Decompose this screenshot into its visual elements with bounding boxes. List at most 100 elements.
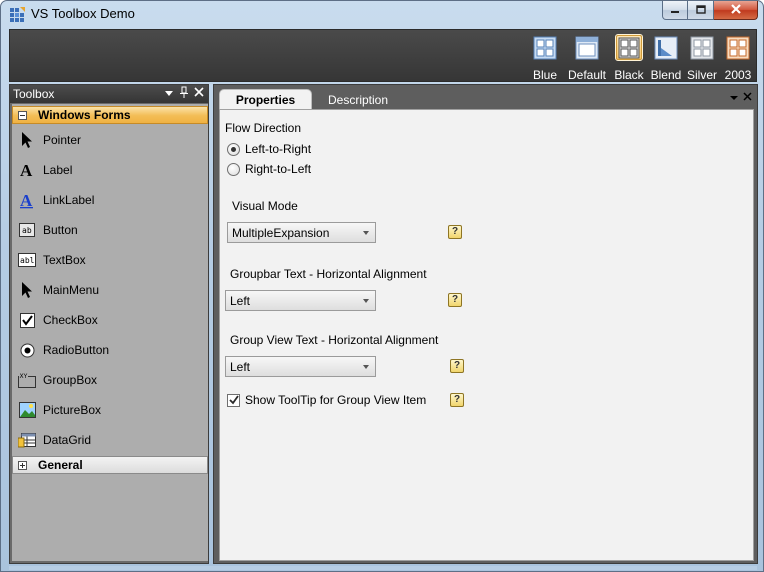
tab-menu-button[interactable] [728,91,740,103]
help-icon[interactable]: ? [448,293,462,307]
maximize-button[interactable] [688,1,714,20]
radio-left-to-right[interactable]: Left-to-Right [227,142,311,156]
toolbox-item-button[interactable]: ab Button [12,215,208,245]
toolbox-body: Windows Forms Pointer A Label A LinkLabe… [12,104,208,561]
theme-button-silver[interactable]: Silver [682,32,722,82]
dropdown-value: Left [230,293,251,308]
toolbox-item-linklabel[interactable]: A LinkLabel [12,185,208,215]
collapse-icon [18,110,27,120]
window-bottom-border [9,566,757,570]
document-panel: Properties Description Flow Direction Le… [213,84,758,564]
toolbox-item-picturebox[interactable]: PictureBox [12,395,208,425]
theme-label-silver: Silver [686,68,717,82]
close-icon [194,86,204,100]
theme-label-2003: 2003 [724,68,752,82]
svg-text:A: A [20,161,33,179]
tool-label: PictureBox [43,403,102,417]
radio-right-to-left[interactable]: Right-to-Left [227,162,311,176]
show-tooltip-checkbox[interactable] [227,393,240,407]
visual-mode-dropdown[interactable]: MultipleExpansion [227,222,376,243]
tab-strip: Properties Description [214,85,757,110]
groupview-alignment-dropdown[interactable]: Left [225,356,376,377]
tool-label: LinkLabel [43,193,95,207]
help-icon[interactable]: ? [448,225,462,239]
dropdown-value: Left [230,359,251,374]
linklabel-icon: A [18,191,36,209]
close-icon [730,3,742,17]
theme-button-blue[interactable]: Blue [525,32,565,82]
maximize-icon [695,3,706,17]
datagrid-icon [18,431,36,449]
title-bar[interactable]: VS Toolbox Demo [1,1,763,27]
radio-indicator[interactable] [227,162,240,176]
chevron-down-icon [363,364,369,369]
toolbox-item-pointer[interactable]: Pointer [12,125,208,155]
chevron-down-icon [363,230,369,235]
show-tooltip-checkbox-row[interactable]: Show ToolTip for Group View Item [227,393,426,407]
toolbox-group-general[interactable]: General [12,456,208,474]
properties-page: Flow Direction Left-to-Right Right-to-Le… [219,109,754,561]
help-icon[interactable]: ? [450,359,464,373]
close-icon [742,90,752,104]
toolbox-header[interactable]: Toolbox [10,85,208,103]
theme-toolbar: Blue Default Black Blend Silver 2003 [9,29,757,82]
tab-close-button[interactable] [741,91,753,103]
visual-mode-label: Visual Mode [232,199,298,213]
checkmark-icon [228,395,239,405]
pointer-icon [18,131,36,149]
toolbox-item-label[interactable]: A Label [12,155,208,185]
groupbox-icon: XY [18,371,36,389]
checkbox-label: Show ToolTip for Group View Item [245,393,427,407]
toolbox-item-datagrid[interactable]: DataGrid [12,425,208,455]
help-icon[interactable]: ? [450,393,464,407]
tab-description[interactable]: Description [322,89,394,110]
toolbox-pin-button[interactable] [177,86,191,100]
svg-text:abl: abl [20,256,35,265]
svg-text:A: A [20,191,33,209]
app-window: VS Toolbox Demo Blue Default Black Blend… [0,0,764,572]
theme-blue-icon [532,35,558,60]
theme-default-icon [574,35,600,60]
theme-label-blue: Blue [532,68,558,82]
theme-button-default[interactable]: Default [567,32,607,82]
toolbox-item-mainmenu[interactable]: MainMenu [12,275,208,305]
textbox-icon: abl [18,251,36,269]
picturebox-icon [18,401,36,419]
close-window-button[interactable] [714,1,758,20]
radio-label: Right-to-Left [245,162,312,176]
minimize-button[interactable] [662,1,688,20]
window-title: VS Toolbox Demo [31,6,135,21]
minimize-icon [670,3,680,17]
toolbox-close-button[interactable] [192,86,206,100]
toolbox-item-groupbox[interactable]: XY GroupBox [12,365,208,395]
toolbox-menu-button[interactable] [162,86,176,100]
tab-properties[interactable]: Properties [219,89,312,110]
theme-button-2003[interactable]: 2003 [718,32,758,82]
theme-label-default: Default [567,68,607,82]
tool-label: RadioButton [43,343,110,357]
tool-label: Pointer [43,133,82,147]
mainmenu-icon [18,281,36,299]
toolbox-item-radiobutton[interactable]: RadioButton [12,335,208,365]
radio-label: Left-to-Right [245,142,312,156]
theme-button-black[interactable]: Black [609,32,649,82]
toolbox-item-checkbox[interactable]: CheckBox [12,305,208,335]
toolbox-group-windows-forms[interactable]: Windows Forms [12,106,208,124]
dropdown-arrow-icon [730,90,738,104]
tool-label: MainMenu [43,283,100,297]
tool-label: CheckBox [43,313,98,327]
radiobutton-icon [18,341,36,359]
dropdown-arrow-icon [164,86,174,100]
chevron-down-icon [363,298,369,303]
groupbar-alignment-label: Groupbar Text - Horizontal Alignment [230,267,427,281]
theme-button-blend[interactable]: Blend [646,32,686,82]
theme-2003-icon [725,35,751,60]
svg-text:ab: ab [22,226,32,235]
radio-indicator[interactable] [227,142,240,156]
app-grid-icon [9,7,25,23]
toolbox-item-textbox[interactable]: abl TextBox [12,245,208,275]
group-label: Windows Forms [38,108,131,122]
groupbar-alignment-dropdown[interactable]: Left [225,290,376,311]
label-icon: A [18,161,36,179]
toolbox-title: Toolbox [13,87,55,101]
